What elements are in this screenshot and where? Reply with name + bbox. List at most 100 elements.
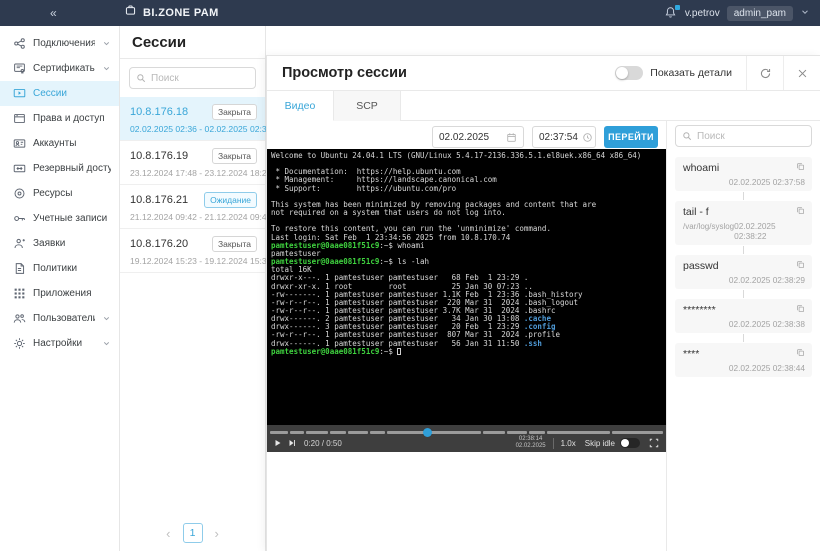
sidebar-item[interactable]: Сертификаты (0, 56, 119, 81)
copy-icon[interactable] (796, 260, 805, 269)
progress-segment[interactable] (529, 430, 546, 434)
session-list-item[interactable]: 10.8.176.18 Закрыта 02.02.2025 02:36 - 02.… (120, 97, 271, 141)
command-card[interactable]: ******** 02.02.2025 02:38:38 (675, 299, 812, 333)
session-ip: 10.8.176.19 (130, 150, 189, 162)
pagination-page-button[interactable]: 1 (182, 523, 203, 543)
sidebar-item[interactable]: Политики (0, 256, 119, 281)
app-window: « BI.ZONE PAM v.petrov admin_pam Подключ… (0, 0, 820, 551)
playback-speed[interactable]: 1.0x (561, 439, 576, 448)
session-list-item[interactable]: 10.8.176.19 Закрыта 23.12.2024 17:48 - 23.… (120, 141, 272, 185)
command-timestamp: 02.02.2025 02:38:29 (728, 275, 805, 285)
copy-icon[interactable] (796, 348, 805, 357)
sidebar-item[interactable]: Пользователи и гр... (0, 306, 119, 331)
chevron-down-icon[interactable] (102, 339, 111, 348)
sidebar-item[interactable]: Сессии (0, 81, 119, 106)
divider (552, 437, 554, 449)
sessions-search-input[interactable] (151, 72, 249, 84)
progress-segment[interactable] (305, 430, 328, 434)
progress-segment[interactable] (370, 430, 385, 434)
session-status-badge: Закрыта (212, 236, 257, 252)
sidebar-item[interactable]: Учетные записи (0, 206, 119, 231)
command-card[interactable]: whoami 02.02.2025 02:37:58 (675, 157, 812, 191)
command-timestamp: 02.02.2025 02:37:58 (728, 177, 805, 187)
progress-segment[interactable] (387, 430, 481, 434)
calendar-icon[interactable] (506, 132, 517, 143)
clock-icon[interactable] (582, 132, 593, 143)
chevron-down-icon[interactable] (102, 39, 111, 48)
progress-segment[interactable] (270, 430, 288, 434)
sidebar-item[interactable]: Заявки (0, 231, 119, 256)
date-field[interactable]: 02.02.2025 (432, 126, 524, 148)
rights-access-icon (13, 112, 26, 125)
sidebar-item[interactable]: Права и доступ (0, 106, 119, 131)
progress-segment[interactable] (506, 430, 528, 434)
go-button[interactable]: ПЕРЕЙТИ (604, 126, 658, 148)
step-forward-icon[interactable] (288, 439, 296, 447)
playback-toolbar: 02.02.2025 02:37:54 ПЕРЕЙТИ (267, 121, 666, 149)
command-connector (743, 246, 744, 254)
session-period: 23.12.2024 17:48 - 23.12.2024 18:26 (130, 168, 272, 178)
copy-icon[interactable] (796, 162, 805, 171)
video-progress-handle[interactable] (422, 427, 432, 437)
command-text: **** (683, 348, 700, 360)
command-card[interactable]: passwd 02.02.2025 02:38:29 (675, 255, 812, 289)
user-role-chip[interactable]: admin_pam (726, 5, 793, 21)
progress-segment[interactable] (329, 430, 346, 434)
search-icon (136, 73, 146, 83)
chevron-down-icon[interactable] (102, 314, 111, 323)
session-list-item[interactable]: 10.8.176.20 Закрыта 19.12.2024 15:23 - 19.… (120, 229, 271, 273)
sidebar-item[interactable]: Аккаунты (0, 131, 119, 156)
copy-icon[interactable] (796, 206, 805, 215)
sidebar-item[interactable]: Резервный доступ (0, 156, 119, 181)
progress-segment[interactable] (482, 430, 505, 434)
credentials-icon (13, 212, 26, 225)
requests-icon (13, 237, 26, 250)
history-refresh-button[interactable] (746, 56, 783, 90)
commands-search-input[interactable] (697, 130, 805, 142)
date-value: 02.02.2025 (439, 131, 490, 143)
time-field[interactable]: 02:37:54 (532, 126, 596, 148)
skip-idle-toggle[interactable] (620, 438, 640, 448)
session-status-badge: Ожидание (204, 192, 257, 208)
tab-video[interactable]: Видео (267, 91, 334, 121)
sidebar-item[interactable]: Ресурсы (0, 181, 119, 206)
sidebar-item[interactable]: Настройки (0, 331, 119, 356)
session-ip: 10.8.176.20 (130, 238, 189, 250)
progress-segment[interactable] (547, 430, 611, 434)
sidebar-item[interactable]: Приложения (0, 281, 119, 306)
certificates-icon (13, 62, 26, 75)
tab-scp[interactable]: SCP (334, 91, 401, 121)
command-card[interactable]: **** 02.02.2025 02:38:44 (675, 343, 812, 377)
drawer-header: Просмотр сессии Показать детали (267, 56, 820, 91)
play-icon[interactable] (274, 439, 282, 447)
brand-name: BI.ZONE PAM (143, 7, 219, 19)
user-menu-chevron-down-icon[interactable] (800, 4, 810, 22)
show-details-toggle[interactable] (615, 66, 644, 80)
command-argument: /var/log/syslog (683, 222, 735, 231)
command-card[interactable]: tail - f/var/log/syslog 02.02.2025 02:38:… (675, 201, 812, 245)
progress-segment[interactable] (289, 430, 304, 434)
show-details-label: Показать детали (650, 67, 732, 79)
sidebar-item-label: Резервный доступ (33, 163, 111, 174)
chevron-down-icon[interactable] (102, 64, 111, 73)
playhead-time: 02:38:14 (518, 436, 543, 442)
users-groups-icon (13, 312, 26, 325)
sidebar-collapse-button[interactable]: « (50, 7, 64, 19)
session-list-item[interactable]: 10.8.176.21 Ожидание 21.12.2024 09:42 - 21… (120, 185, 271, 229)
sidebar-item-label: Сертификаты (33, 63, 95, 74)
session-ip: 10.8.176.18 (130, 106, 189, 118)
fullscreen-icon[interactable] (649, 438, 659, 448)
close-icon[interactable] (783, 56, 820, 90)
terminal-video-frame[interactable]: Welcome to Ubuntu 24.04.1 LTS (GNU/Linux… (267, 149, 666, 425)
session-list: 10.8.176.18 Закрыта 02.02.2025 02:36 - 02.… (120, 97, 272, 273)
copy-icon[interactable] (796, 304, 805, 313)
progress-segment[interactable] (612, 430, 664, 434)
video-progress-bar[interactable] (270, 427, 664, 437)
sidebar-item[interactable]: Подключения (0, 31, 119, 56)
notifications-bell-icon[interactable] (664, 5, 680, 20)
topbar: « BI.ZONE PAM v.petrov admin_pam (0, 0, 820, 26)
pagination-prev-icon[interactable]: ‹ (166, 527, 170, 540)
pagination-next-icon[interactable]: › (215, 527, 219, 540)
progress-segment[interactable] (347, 430, 369, 434)
search-icon (682, 131, 692, 141)
